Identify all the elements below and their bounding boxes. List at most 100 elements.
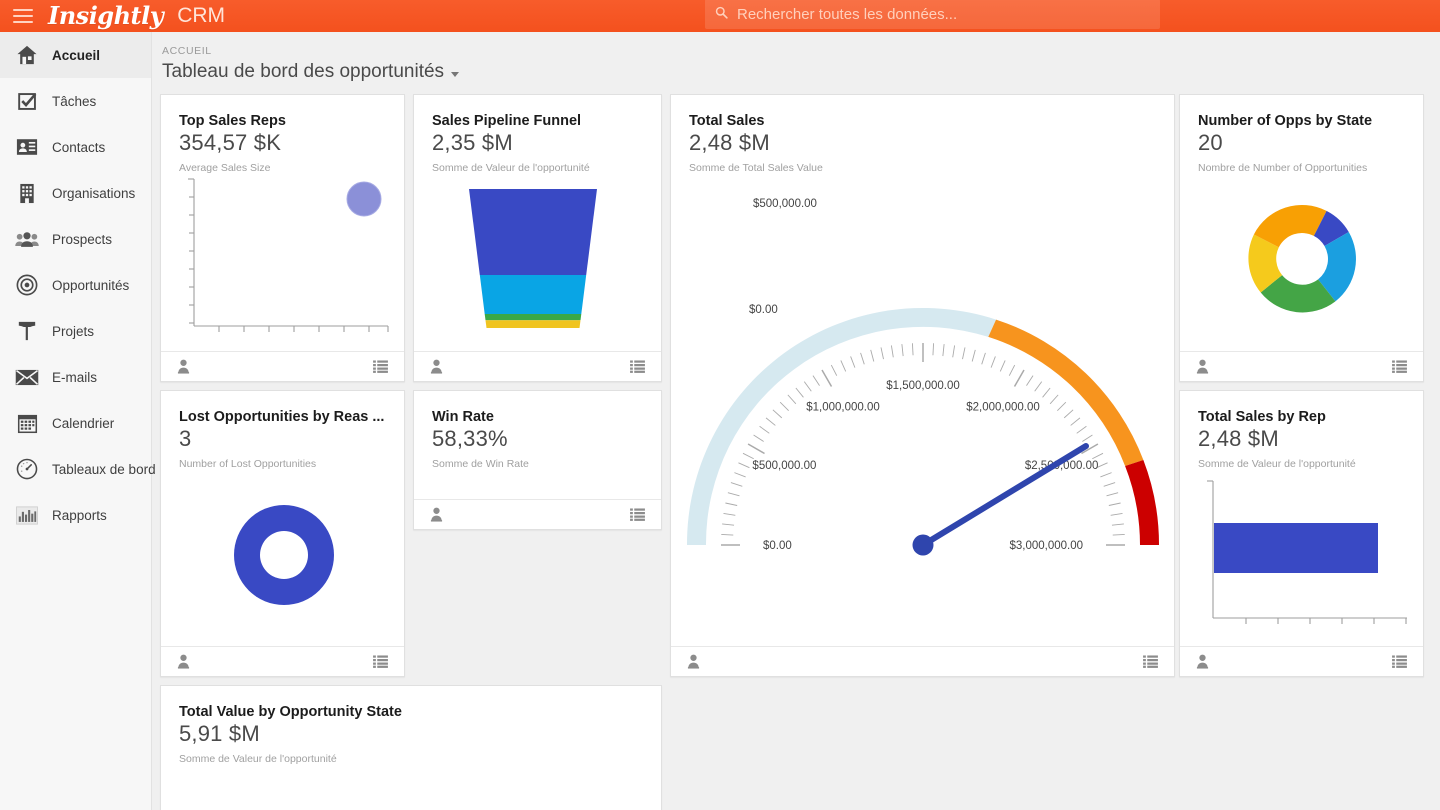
card-value: 354,57 $K (179, 130, 282, 155)
person-icon[interactable] (430, 507, 443, 522)
list-icon[interactable] (373, 360, 388, 373)
card-body: Total Sales by Rep 2,48 $M Somme de Vale… (1180, 391, 1423, 646)
breadcrumb[interactable]: ACCUEIL (152, 32, 1440, 57)
sidebar: Accueil Tâches Contacts Organisations Pr… (0, 32, 156, 810)
top-bar: Insightly CRM (0, 0, 1440, 32)
envelope-icon (12, 364, 42, 390)
hammer-icon (12, 318, 42, 344)
list-icon[interactable] (1143, 655, 1158, 668)
svg-text:$3,000,000.00: $3,000,000.00 (1009, 540, 1083, 552)
funnel-chart (414, 171, 661, 351)
svg-text:$0.00: $0.00 (749, 304, 778, 316)
svg-text:$2,000,000.00: $2,000,000.00 (966, 401, 1040, 413)
card-subtitle: Somme de Win Rate (432, 458, 529, 470)
sidebar-item-label: Calendrier (52, 415, 115, 431)
sidebar-item-projets[interactable]: Projets (0, 308, 151, 354)
person-icon[interactable] (177, 654, 190, 669)
svg-text:$0.00: $0.00 (763, 540, 792, 552)
bubble-chart (161, 171, 404, 351)
card-value: 2,35 $M (432, 130, 513, 155)
sidebar-item-rapports[interactable]: Rapports (0, 492, 151, 538)
card-body: Sales Pipeline Funnel 2,35 $M Somme de V… (414, 95, 661, 351)
card-title: Total Sales by Rep (1198, 409, 1326, 425)
sidebar-item-label: Accueil (52, 47, 101, 63)
list-icon[interactable] (630, 360, 645, 373)
card-value: 5,91 $M (179, 721, 260, 746)
sidebar-item-opportunites[interactable]: Opportunités (0, 262, 151, 308)
card-lost-opportunities[interactable]: Lost Opportunities by Reas ... 3 Number … (160, 390, 405, 677)
card-body: Win Rate 58,33% Somme de Win Rate (414, 391, 661, 499)
person-icon[interactable] (687, 654, 700, 669)
sidebar-item-label: Organisations (52, 185, 136, 201)
global-search[interactable] (705, 0, 1160, 29)
card-body: Lost Opportunities by Reas ... 3 Number … (161, 391, 404, 646)
home-icon (12, 42, 42, 68)
sidebar-item-calendrier[interactable]: Calendrier (0, 400, 151, 446)
card-win-rate[interactable]: Win Rate 58,33% Somme de Win Rate (413, 390, 662, 530)
card-total-value-by-opportunity-state[interactable]: Total Value by Opportunity State 5,91 $M… (160, 685, 662, 810)
card-body: Top Sales Reps 354,57 $K Average Sales S… (161, 95, 404, 351)
hamburger-icon[interactable] (0, 0, 46, 32)
card-total-sales[interactable]: Total Sales 2,48 $M Somme de Total Sales… (670, 94, 1175, 677)
card-body: Total Value by Opportunity State 5,91 $M… (161, 686, 661, 810)
list-icon[interactable] (1392, 655, 1407, 668)
list-icon[interactable] (630, 508, 645, 521)
sidebar-item-tableaux-de-bord[interactable]: Tableaux de bord (0, 446, 156, 492)
product-label: CRM (177, 4, 226, 27)
sidebar-item-label: Contacts (52, 139, 106, 155)
sidebar-item-label: Opportunités (52, 277, 130, 293)
person-icon[interactable] (177, 359, 190, 374)
card-footer (414, 499, 661, 529)
card-footer (1180, 351, 1423, 381)
bar-chart-icon (12, 502, 42, 528)
sidebar-item-prospects[interactable]: Prospects (0, 216, 151, 262)
card-value: 2,48 $M (1198, 426, 1279, 451)
insightly-logo[interactable]: Insightly (48, 1, 164, 31)
card-title: Top Sales Reps (179, 113, 286, 129)
card-number-of-opps-by-state[interactable]: Number of Opps by State 20 Nombre de Num… (1179, 94, 1424, 382)
list-icon[interactable] (373, 655, 388, 668)
sidebar-item-organisations[interactable]: Organisations (0, 170, 151, 216)
gauge-icon (12, 456, 42, 482)
person-icon[interactable] (1196, 654, 1209, 669)
gauge-chart: $0.00 $500,000.00 $1,000,000.00 $0.00 $50… (671, 95, 1174, 646)
card-value: 20 (1198, 130, 1223, 155)
person-icon[interactable] (430, 359, 443, 374)
checkbox-icon (12, 88, 42, 114)
card-top-sales-reps[interactable]: Top Sales Reps 354,57 $K Average Sales S… (160, 94, 405, 382)
search-icon (705, 6, 731, 22)
card-body: Number of Opps by State 20 Nombre de Num… (1180, 95, 1423, 351)
card-title: Number of Opps by State (1198, 113, 1373, 129)
card-title: Sales Pipeline Funnel (432, 113, 582, 129)
sidebar-item-contacts[interactable]: Contacts (0, 124, 151, 170)
svg-text:$1,000,000.00: $1,000,000.00 (806, 401, 880, 413)
card-footer (671, 646, 1174, 676)
sidebar-item-label: Tâches (52, 93, 97, 109)
contact-card-icon (12, 134, 42, 160)
calendar-icon (12, 410, 42, 436)
card-sales-pipeline-funnel[interactable]: Sales Pipeline Funnel 2,35 $M Somme de V… (413, 94, 662, 382)
sidebar-item-taches[interactable]: Tâches (0, 78, 151, 124)
chevron-down-icon[interactable] (451, 71, 460, 77)
sidebar-item-label: Prospects (52, 231, 113, 247)
svg-text:$1,500,000.00: $1,500,000.00 (886, 380, 960, 392)
card-footer (1180, 646, 1423, 676)
card-title: Total Sales (689, 113, 765, 129)
card-total-sales-by-rep[interactable]: Total Sales by Rep 2,48 $M Somme de Vale… (1179, 390, 1424, 677)
card-value: 58,33% (432, 426, 508, 451)
card-subtitle: Somme de Valeur de l'opportunité (179, 753, 337, 765)
page-title[interactable]: Tableau de bord des opportunités (152, 57, 1440, 83)
main-content: ACCUEIL Tableau de bord des opportunités… (152, 32, 1440, 810)
sidebar-item-accueil[interactable]: Accueil (0, 32, 151, 78)
card-title: Total Value by Opportunity State (179, 704, 402, 720)
list-icon[interactable] (1392, 360, 1407, 373)
card-title: Win Rate (432, 409, 494, 425)
person-icon[interactable] (1196, 359, 1209, 374)
card-footer (414, 351, 661, 381)
target-icon (12, 272, 42, 298)
search-input[interactable] (731, 5, 1160, 23)
svg-text:$500,000.00: $500,000.00 (752, 460, 816, 472)
sidebar-item-emails[interactable]: E-mails (0, 354, 151, 400)
sidebar-item-label: Projets (52, 323, 95, 339)
card-body: Total Sales 2,48 $M Somme de Total Sales… (671, 95, 1174, 646)
